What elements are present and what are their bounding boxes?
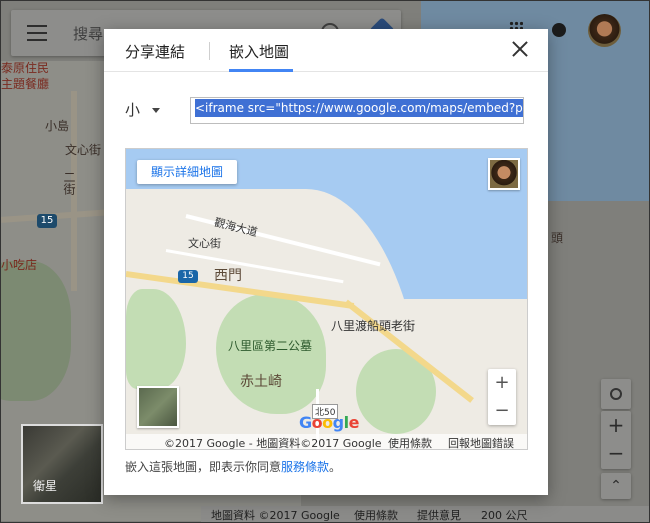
tab-share-link[interactable]: 分享連結 xyxy=(125,41,185,62)
preview-credits: ©2017 Google - 地圖資料©2017 Google xyxy=(164,437,382,450)
bg-label-restaurant: 泰原住民 xyxy=(1,61,50,75)
feedback-link[interactable]: 提供意見 xyxy=(417,507,461,522)
terms-prefix: 嵌入這張地圖，即表示你同意 xyxy=(125,460,282,474)
bottom-status-bar: 地圖資料 ©2017 Google 使用條款 提供意見 200 公尺 xyxy=(201,506,649,522)
preview-zoom-control: + − xyxy=(488,369,516,425)
embed-code-text: <iframe src="https://www.google.com/maps… xyxy=(195,99,523,117)
my-location-button[interactable] xyxy=(601,379,631,409)
preview-zoom-in-button[interactable]: + xyxy=(488,369,516,397)
terms-of-service-link[interactable]: 服務條款 xyxy=(281,460,329,474)
view-larger-map-button[interactable]: 顯示詳細地圖 xyxy=(137,160,237,184)
bg-label-coast: 頭 xyxy=(551,231,564,245)
search-input[interactable]: 搜尋 xyxy=(73,23,103,44)
embedded-map-preview[interactable]: 觀海大道 文心街 西門 八里渡船頭老街 八里區第二公墓 赤土崎 北50 15 顯… xyxy=(125,148,528,450)
user-avatar[interactable] xyxy=(588,14,621,47)
close-icon[interactable] xyxy=(512,41,528,57)
size-dropdown-value: 小 xyxy=(125,101,141,119)
satellite-label: 衛星 xyxy=(33,479,58,493)
preview-label-ferry: 八里渡船頭老街 xyxy=(331,319,416,333)
preview-zoom-out-button[interactable]: − xyxy=(488,397,516,425)
size-dropdown[interactable]: 小 xyxy=(125,99,161,120)
zoom-out-button[interactable]: − xyxy=(601,439,631,467)
chevron-down-icon xyxy=(152,108,161,113)
bg-label-eatery: 小吃店 xyxy=(1,258,38,272)
crosshair-icon xyxy=(610,388,622,400)
bg-label-island: 小島 xyxy=(45,119,70,133)
terms-suffix: 。 xyxy=(329,460,342,474)
preview-label-park: 八里區第二公墓 xyxy=(228,339,313,353)
zoom-in-button[interactable]: + xyxy=(601,411,631,439)
preview-label-area: 西門 xyxy=(214,268,242,284)
share-dialog: 分享連結 嵌入地圖 小 <iframe src="https://www.goo… xyxy=(104,29,548,495)
preview-label-area-2: 赤土崎 xyxy=(240,374,282,390)
google-logo: Google xyxy=(299,413,359,432)
maps-app: 泰原住民 主題餐廳 小島 文心街 二街 小吃店 頭 15 搜尋 + − ⌃ 衛星… xyxy=(0,0,650,523)
bg-label-restaurant-2: 主題餐廳 xyxy=(1,77,50,91)
preview-user-avatar[interactable] xyxy=(488,158,520,190)
dialog-tabs: 分享連結 嵌入地圖 xyxy=(104,29,548,72)
preview-label-street: 文心街 xyxy=(188,237,221,250)
preview-report-link[interactable]: 回報地圖錯誤 xyxy=(448,435,514,449)
map-data-credit: 地圖資料 ©2017 Google xyxy=(211,509,340,522)
bg-route-shield: 15 xyxy=(37,214,57,228)
preview-route-shield: 15 xyxy=(178,270,198,283)
background-park xyxy=(1,261,71,401)
preview-terms-link[interactable]: 使用條款 xyxy=(388,435,432,449)
expand-imagery-button[interactable]: ⌃ xyxy=(601,473,631,499)
notifications-bell-icon[interactable] xyxy=(552,23,566,37)
embed-code-field[interactable]: <iframe src="https://www.google.com/maps… xyxy=(190,97,524,124)
preview-footer: ©2017 Google - 地圖資料©2017 Google 使用條款 回報地… xyxy=(126,434,527,449)
preview-satellite-toggle[interactable] xyxy=(137,386,179,428)
tab-divider xyxy=(209,42,210,60)
tab-embed-map[interactable]: 嵌入地圖 xyxy=(229,41,289,62)
terms-notice: 嵌入這張地圖，即表示你同意服務條款。 xyxy=(125,458,341,475)
satellite-toggle[interactable]: 衛星 xyxy=(21,424,103,504)
bg-label-street: 文心街 xyxy=(65,143,102,157)
scale-label[interactable]: 200 公尺 xyxy=(481,507,528,522)
zoom-control: + − xyxy=(601,411,631,469)
active-tab-indicator xyxy=(229,69,293,72)
menu-icon[interactable] xyxy=(27,25,47,41)
bg-label-street-2: 二街 xyxy=(62,171,76,195)
terms-link[interactable]: 使用條款 xyxy=(354,507,398,522)
